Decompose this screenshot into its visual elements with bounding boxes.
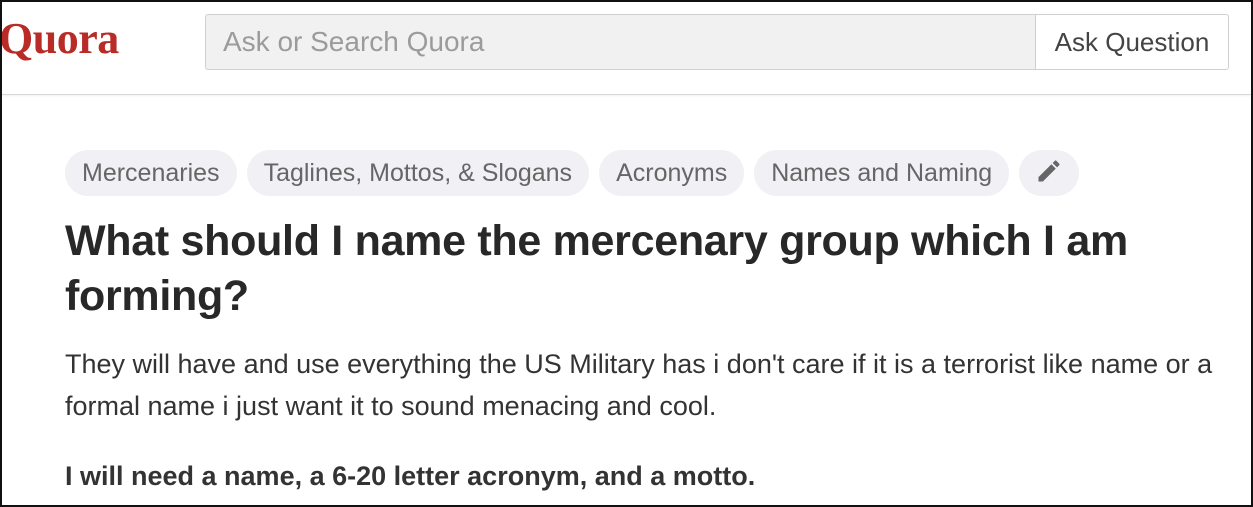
page-frame: Quora Ask Question Mercenaries Taglines,… (0, 0, 1253, 507)
question-details: They will have and use everything the US… (65, 349, 1213, 421)
pencil-icon (1035, 157, 1063, 190)
topic-acronyms[interactable]: Acronyms (599, 150, 745, 196)
topic-mercenaries[interactable]: Mercenaries (65, 150, 237, 196)
edit-topics-button[interactable] (1019, 150, 1080, 196)
site-header: Quora Ask Question (2, 2, 1251, 95)
question-details-bold: I will need a name, a 6-20 letter acrony… (65, 461, 756, 491)
search-input[interactable] (205, 14, 1035, 70)
topic-names-and-naming[interactable]: Names and Naming (754, 150, 1010, 196)
question-title[interactable]: What should I name the mercenary group w… (65, 214, 1205, 324)
topic-taglines-mottos-slogans[interactable]: Taglines, Mottos, & Slogans (246, 150, 590, 196)
topic-list: Mercenaries Taglines, Mottos, & Slogans … (65, 150, 1080, 196)
quora-logo[interactable]: Quora (2, 14, 119, 64)
ask-question-button[interactable]: Ask Question (1035, 14, 1229, 70)
